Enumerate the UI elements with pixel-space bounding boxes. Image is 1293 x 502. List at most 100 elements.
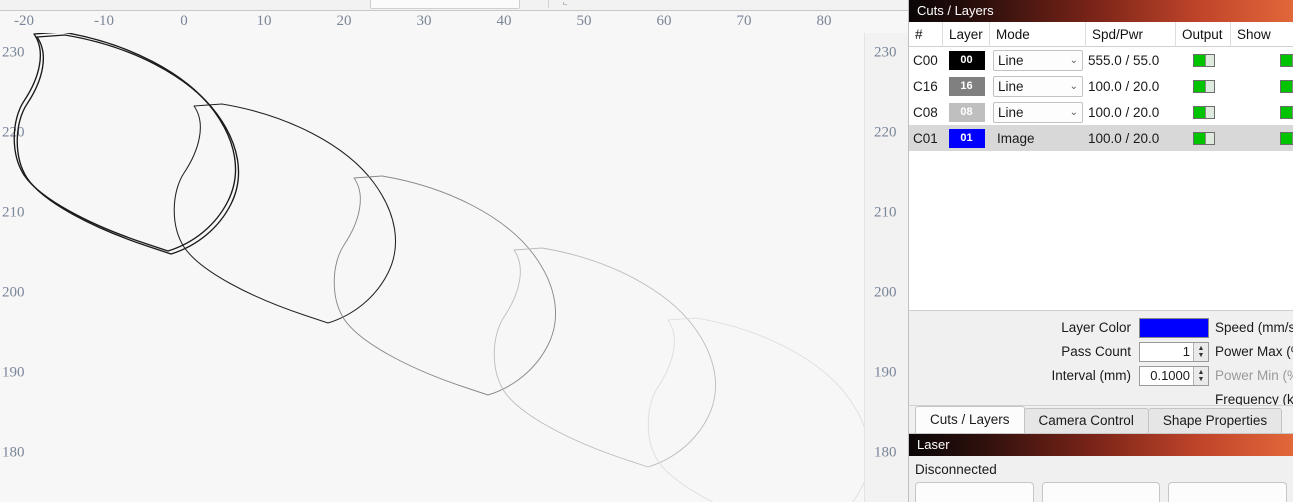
toggle-on-fill — [1193, 132, 1205, 144]
layer-swatch[interactable]: 16 — [948, 76, 985, 96]
mode-cell[interactable]: Line ⌄ — [990, 99, 1086, 125]
interval-arrows-icon[interactable]: ▲ ▼ — [1193, 366, 1208, 385]
ruler-tick-y-right-210: 210 — [874, 204, 897, 221]
show-toggle-cell[interactable] — [1261, 47, 1293, 73]
leaf-outline-1[interactable] — [16, 34, 240, 255]
chevron-down-icon[interactable]: ⌄ — [1070, 107, 1078, 118]
cuts-table-row[interactable]: C01 01 Image 100.0 / 20.0 — [909, 125, 1293, 151]
speed-label: Speed (mm/s — [1215, 320, 1293, 335]
laser-button-3[interactable] — [1168, 482, 1288, 502]
output-toggle-cell[interactable] — [1176, 47, 1231, 73]
power-max-label: Power Max (% — [1215, 344, 1293, 359]
cuts-table-row[interactable]: C16 16 Line ⌄ 100.0 / 20.0 — [909, 73, 1293, 99]
ruler-horizontal[interactable]: -20 -10 0 10 20 30 40 50 60 70 80 — [0, 11, 908, 33]
layer-color-cell[interactable]: 08 — [943, 99, 990, 125]
toolbar-separator — [548, 0, 549, 8]
ruler-tick-y-right-190: 190 — [874, 364, 897, 381]
show-toggle[interactable] — [1280, 79, 1293, 93]
cuts-table-row[interactable]: C00 00 Line ⌄ 555.0 / 55.0 — [909, 47, 1293, 73]
leaf-outline-2[interactable] — [173, 103, 397, 324]
toggle-on-fill — [1193, 106, 1205, 118]
ruler-tick-x-70: 70 — [736, 13, 752, 29]
show-toggle[interactable] — [1280, 53, 1293, 67]
output-toggle-cell[interactable] — [1176, 99, 1231, 125]
tab-cuts-layers[interactable]: Cuts / Layers — [915, 406, 1025, 433]
frequency-label: Frequency (kHz — [1215, 392, 1293, 405]
dock-tab-bar[interactable]: Cuts / Layers Camera Control Shape Propert… — [909, 405, 1293, 433]
cuts-table-body: C00 00 Line ⌄ 555.0 / 55.0 C16 16 Line ⌄ 100.0 / … — [909, 47, 1293, 151]
layer-color-swatch[interactable] — [1139, 317, 1209, 338]
chevron-down-icon[interactable]: ⌄ — [1070, 81, 1078, 92]
pass-count-row: Pass Count 1 ▲ ▼ — [909, 341, 1209, 362]
column-header-number: # — [909, 21, 943, 47]
pass-count-stepper[interactable]: 1 ▲ ▼ — [1139, 341, 1209, 362]
ruler-tick-x-40: 40 — [496, 13, 512, 29]
speed-power-value[interactable]: 100.0 / 20.0 — [1086, 99, 1176, 125]
cuts-table-row[interactable]: C08 08 Line ⌄ 100.0 / 20.0 — [909, 99, 1293, 125]
leaf-outline-1[interactable] — [13, 33, 237, 252]
pass-count-arrows-icon[interactable]: ▲ ▼ — [1193, 342, 1208, 361]
leaf-outline-3[interactable] — [333, 175, 557, 396]
show-toggle-cell[interactable] — [1261, 99, 1293, 125]
layer-properties-pane: Layer Color Pass Count 1 ▲ ▼ Interval (mm… — [909, 310, 1293, 405]
toggle-knob — [1204, 80, 1214, 92]
ruler-tick-y-right-230: 230 — [874, 44, 897, 61]
column-header-show: Show — [1237, 26, 1271, 42]
output-toggle-cell[interactable] — [1176, 125, 1231, 151]
mode-select[interactable]: Line ⌄ — [993, 75, 1083, 97]
mode-cell[interactable]: Line ⌄ — [990, 73, 1086, 99]
toggle-on-fill — [1281, 132, 1292, 144]
output-toggle[interactable] — [1192, 53, 1215, 67]
layer-color-cell[interactable]: 01 — [943, 125, 990, 151]
drawing-surface[interactable] — [0, 33, 864, 502]
speed-power-value[interactable]: 100.0 / 20.0 — [1086, 125, 1176, 151]
output-toggle-cell[interactable] — [1176, 73, 1231, 99]
frequency-row: Frequency (kHz — [1215, 389, 1293, 405]
cut-number: C16 — [913, 78, 938, 94]
laser-button-2[interactable] — [1041, 482, 1161, 502]
mode-select[interactable]: Line ⌄ — [993, 101, 1083, 123]
ruler-vertical-right[interactable]: 230 220 210 200 190 180 — [864, 33, 908, 502]
mode-cell[interactable]: Image — [990, 125, 1086, 151]
layer-color-cell[interactable]: 16 — [943, 73, 990, 99]
show-toggle-cell[interactable] — [1261, 125, 1293, 151]
canvas-area[interactable]: -20 -10 0 10 20 30 40 50 60 70 80 230 220 210 200 190 1… — [0, 11, 908, 502]
layer-color-row: Layer Color — [909, 317, 1209, 338]
mode-cell[interactable]: Line ⌄ — [990, 47, 1086, 73]
ruler-tick-y-right-220: 220 — [874, 124, 897, 141]
tab-shape-properties[interactable]: Shape Properties — [1147, 408, 1283, 433]
layer-swatch[interactable]: 01 — [948, 128, 985, 148]
cuts-layers-table[interactable]: # Layer Mode Spd/Pwr Output Show C00 00 Li… — [909, 21, 1293, 310]
chevron-down-icon[interactable]: ⌄ — [1070, 55, 1078, 66]
output-toggle[interactable] — [1192, 131, 1215, 145]
interval-stepper[interactable]: 0.1000 ▲ ▼ — [1139, 365, 1209, 386]
leaf-outline-5[interactable] — [647, 317, 864, 502]
layer-swatch[interactable]: 00 — [948, 50, 985, 70]
tab-camera-control[interactable]: Camera Control — [1023, 408, 1149, 433]
mode-select[interactable]: Line ⌄ — [993, 49, 1083, 71]
cuts-panel-title: Cuts / Layers — [909, 0, 1293, 22]
column-header-spd-pwr: Spd/Pwr — [1086, 21, 1176, 47]
show-toggle-cell[interactable] — [1261, 73, 1293, 99]
ruler-tick-x-50: 50 — [576, 13, 592, 29]
speed-power-value[interactable]: 100.0 / 20.0 — [1086, 73, 1176, 99]
toolbar-tick-icon — [563, 2, 567, 5]
leaf-outline-4[interactable] — [493, 247, 716, 468]
ruler-tick-x-20: 20 — [336, 13, 352, 29]
layer-swatch[interactable]: 08 — [948, 102, 985, 122]
show-toggle[interactable] — [1280, 105, 1293, 119]
speed-power-value[interactable]: 555.0 / 55.0 — [1086, 47, 1176, 73]
ruler-tick-x-60: 60 — [656, 13, 672, 29]
toolbar-input-partial[interactable] — [370, 0, 520, 9]
layer-color-cell[interactable]: 00 — [943, 47, 990, 73]
output-toggle[interactable] — [1192, 79, 1215, 93]
toggle-knob — [1204, 106, 1214, 118]
laser-status-text: Disconnected — [915, 462, 997, 477]
power-min-label: Power Min (% — [1215, 368, 1293, 383]
show-toggle[interactable] — [1280, 131, 1293, 145]
laser-button-1[interactable] — [915, 482, 1034, 502]
lightburn-window: -20 -10 0 10 20 30 40 50 60 70 80 230 220 210 200 190 1… — [0, 0, 1293, 502]
ruler-tick-y-right-200: 200 — [874, 284, 897, 301]
output-toggle[interactable] — [1192, 105, 1215, 119]
ruler-tick-y-right-180: 180 — [874, 444, 897, 461]
